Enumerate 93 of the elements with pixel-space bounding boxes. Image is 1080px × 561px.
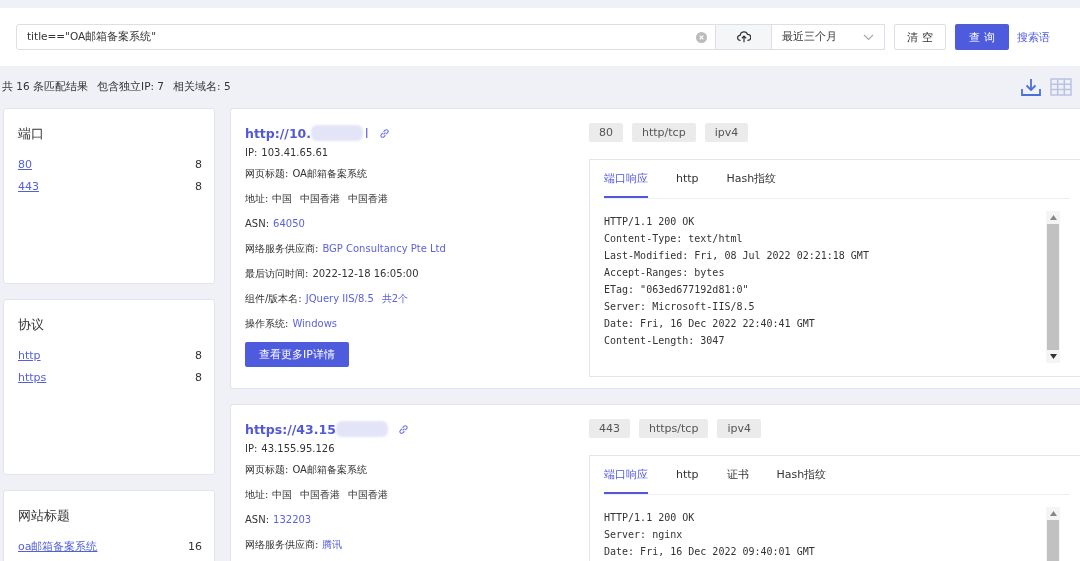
filter-link[interactable]: 80 bbox=[18, 157, 32, 171]
scroll-down-icon[interactable] bbox=[1049, 354, 1057, 359]
result-url-link[interactable]: https://43.15 bbox=[245, 421, 336, 437]
field-label: 地址: bbox=[245, 487, 269, 502]
field-link[interactable]: BGP Consultancy Pte Ltd bbox=[322, 243, 446, 254]
response-tab[interactable]: Hash指纹 bbox=[776, 456, 827, 494]
filter-link[interactable]: http bbox=[18, 348, 41, 362]
field-label: IP: bbox=[245, 146, 258, 158]
field-link[interactable]: 132203 bbox=[273, 514, 312, 525]
field-label: IP: bbox=[245, 442, 258, 454]
link-icon[interactable] bbox=[397, 423, 409, 435]
response-line: ETag: "063ed677192d81:0" bbox=[604, 283, 750, 297]
tag: http/tcp bbox=[632, 123, 696, 142]
filter-count: 8 bbox=[195, 157, 202, 171]
response-tab[interactable]: 端口响应 bbox=[604, 160, 648, 198]
result-summary: 相关域名: 5 bbox=[173, 80, 231, 94]
scroll-up-icon[interactable] bbox=[1049, 215, 1057, 220]
filter-title: 端口 bbox=[18, 125, 45, 143]
filter-count: 8 bbox=[195, 348, 202, 362]
filter-count: 8 bbox=[195, 370, 202, 384]
response-tab[interactable]: Hash指纹 bbox=[726, 160, 777, 198]
response-line: HTTP/1.1 200 OK bbox=[604, 215, 696, 229]
more-details-button[interactable]: 查看更多IP详情 bbox=[245, 342, 349, 367]
response-line: Content-Length: 3047 bbox=[604, 334, 726, 348]
query-button[interactable]: 查 询 bbox=[955, 24, 1009, 50]
filter-link[interactable]: 443 bbox=[18, 179, 39, 193]
field-label: 操作系统: bbox=[245, 316, 289, 331]
field-value: 中国香港 bbox=[300, 191, 341, 206]
redaction-blur bbox=[335, 421, 388, 437]
response-line: Server: nginx bbox=[604, 528, 684, 542]
field-label: 网络服务供应商: bbox=[245, 537, 319, 552]
field-value: 43.155.95.126 bbox=[261, 442, 335, 454]
field-link[interactable]: 腾讯 bbox=[322, 537, 343, 552]
filter-link[interactable]: oa邮箱备案系统 bbox=[18, 538, 98, 554]
result-summary: 包含独立IP: 7 bbox=[97, 80, 165, 94]
redaction-blur bbox=[311, 125, 364, 141]
response-line: Server: Microsoft-IIS/8.5 bbox=[604, 300, 756, 314]
field-value: 中国 bbox=[272, 487, 293, 502]
field-value: 中国 bbox=[272, 191, 293, 206]
tag: https/tcp bbox=[639, 419, 709, 438]
upload-button[interactable] bbox=[716, 24, 772, 50]
response-line: Accept-Ranges: bytes bbox=[604, 266, 726, 280]
filter-count: 16 bbox=[188, 539, 202, 553]
field-value: 2022-12-18 16:05:00 bbox=[312, 268, 419, 279]
field-label: ASN: bbox=[245, 218, 270, 229]
clear-icon[interactable] bbox=[696, 31, 707, 43]
field-value: 中国香港 bbox=[348, 487, 389, 502]
field-value: 中国香港 bbox=[348, 191, 389, 206]
response-tab[interactable]: 端口响应 bbox=[604, 456, 648, 494]
field-value: 中国香港 bbox=[300, 487, 341, 502]
field-value: OA邮箱备案系统 bbox=[292, 462, 367, 477]
caret-icon[interactable] bbox=[863, 33, 874, 41]
field-link[interactable]: 64050 bbox=[273, 218, 305, 229]
clear-button[interactable]: 清 空 bbox=[894, 24, 946, 50]
response-tab[interactable]: http bbox=[676, 456, 699, 494]
response-line: Date: Fri, 16 Dec 2022 22:40:41 GMT bbox=[604, 317, 816, 331]
response-line: HTTP/1.1 200 OK bbox=[604, 511, 696, 525]
field-link[interactable]: 共2个 bbox=[381, 291, 409, 306]
filter-title: 网站标题 bbox=[18, 507, 71, 525]
field-label: 地址: bbox=[245, 191, 269, 206]
tag: 80 bbox=[589, 123, 623, 142]
tag: ipv4 bbox=[717, 419, 761, 438]
result-url-fragment: l bbox=[365, 125, 369, 141]
tag: ipv4 bbox=[704, 123, 749, 142]
filter-count: 8 bbox=[195, 179, 202, 193]
search-syntax-link[interactable]: 搜索语 bbox=[1017, 29, 1050, 45]
response-line: Last-Modified: Fri, 08 Jul 2022 02:21:18 GMT bbox=[604, 249, 870, 263]
response-line: Content-Type: text/html bbox=[604, 232, 744, 246]
field-link[interactable]: JQuery IIS/8.5 bbox=[305, 293, 374, 304]
link-icon[interactable] bbox=[378, 127, 390, 139]
field-label: 网页标题: bbox=[245, 166, 289, 181]
field-value: 103.41.65.61 bbox=[261, 146, 329, 158]
scroll-up-icon[interactable] bbox=[1049, 511, 1057, 516]
filter-link[interactable]: https bbox=[18, 370, 47, 384]
tag: 443 bbox=[589, 419, 630, 438]
field-label: ASN: bbox=[245, 514, 270, 525]
field-label: 组件/版本名: bbox=[245, 291, 302, 306]
field-link[interactable]: Windows bbox=[292, 318, 337, 329]
search-field[interactable]: title=="OA邮箱备案系统" bbox=[16, 24, 716, 50]
result-url-link[interactable]: http://10. bbox=[245, 125, 312, 141]
field-value: OA邮箱备案系统 bbox=[292, 166, 367, 181]
field-label: 最后访问时间: bbox=[245, 266, 309, 281]
upload-icon[interactable] bbox=[736, 31, 751, 43]
filter-title: 协议 bbox=[18, 316, 45, 334]
response-tab[interactable]: http bbox=[676, 160, 699, 198]
download-icon[interactable] bbox=[1021, 78, 1041, 96]
field-label: 网页标题: bbox=[245, 462, 289, 477]
time-range-select[interactable]: 最近三个月 bbox=[772, 24, 885, 50]
response-tab[interactable]: 证书 bbox=[726, 456, 749, 494]
response-line: Date: Fri, 16 Dec 2022 09:40:01 GMT bbox=[604, 545, 816, 559]
scrollbar[interactable] bbox=[1046, 211, 1060, 363]
result-summary: 共 16 条匹配结果 bbox=[2, 80, 89, 94]
field-label: 网络服务供应商: bbox=[245, 241, 319, 256]
